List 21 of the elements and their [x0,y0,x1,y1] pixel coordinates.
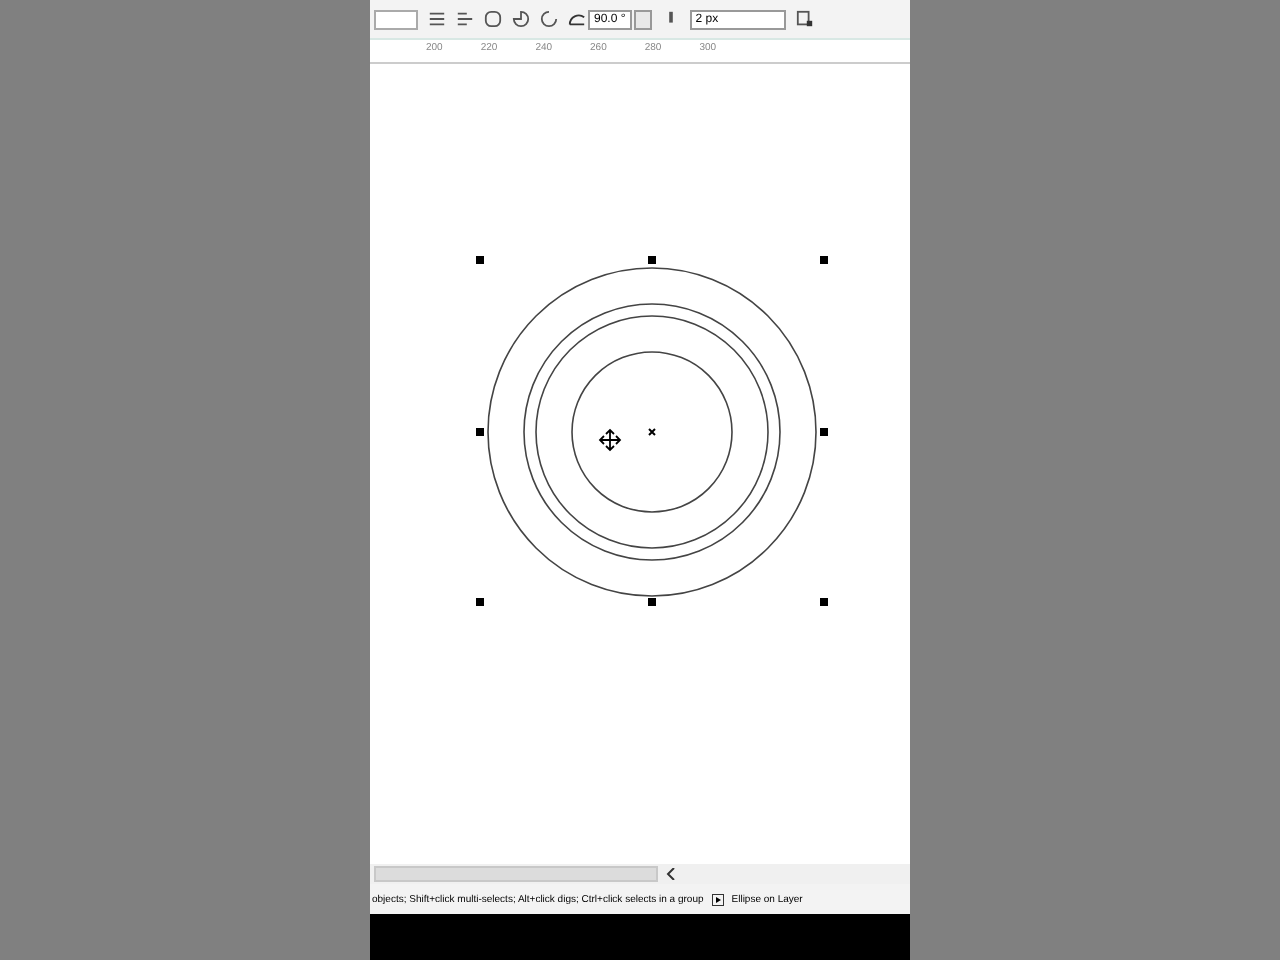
center-mark-icon [648,428,656,436]
scrollbar[interactable] [374,866,658,882]
selection-handle[interactable] [476,428,484,436]
selection-handle[interactable] [648,256,656,264]
selection-handle[interactable] [476,256,484,264]
pie-icon[interactable] [512,10,530,28]
concentric-circles-drawing[interactable] [487,267,817,597]
selection-handle[interactable] [820,598,828,606]
toolbar-icon[interactable] [795,10,814,28]
selection-handle[interactable] [820,256,828,264]
align-icon[interactable] [428,10,446,28]
play-icon[interactable] [711,893,724,905]
selection-handle[interactable] [820,428,828,436]
lines-icon[interactable] [456,10,474,28]
arc-icon[interactable] [540,10,558,28]
scroll-left-icon[interactable] [666,868,676,880]
toolbar-field[interactable] [374,9,418,29]
selection-handle[interactable] [476,598,484,606]
selection-handle[interactable] [648,598,656,606]
move-cursor-icon [598,428,622,452]
spinner[interactable] [633,9,652,29]
